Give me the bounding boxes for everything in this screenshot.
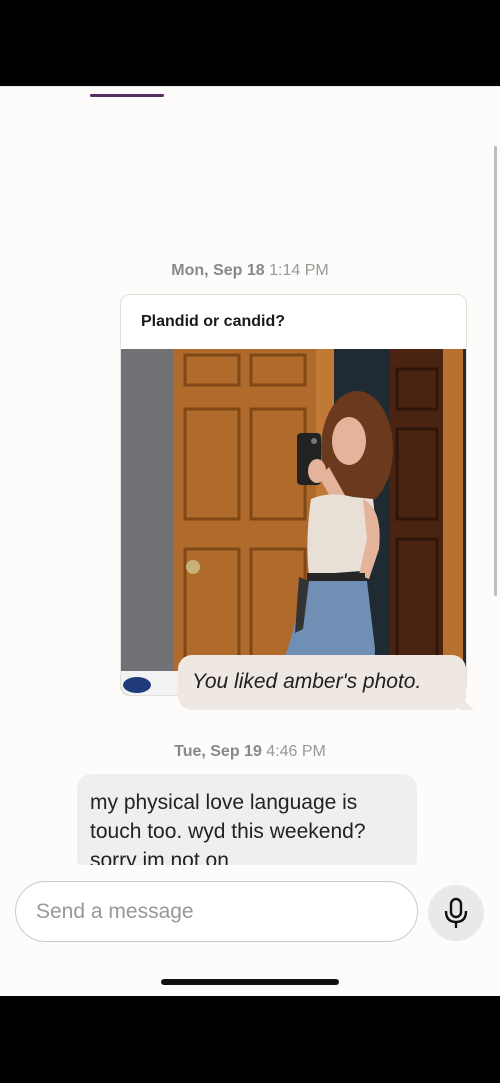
bottom-bezel: [0, 996, 500, 1083]
message-placeholder: Send a message: [36, 900, 194, 923]
prompt-text: Plandid or candid?: [141, 313, 286, 330]
message-text: my physical love language is touch too. …: [90, 791, 366, 872]
liked-photo-text: You liked amber's photo.: [192, 670, 422, 693]
received-message[interactable]: my physical love language is touch too. …: [77, 774, 417, 874]
mirror-selfie-photo: [121, 349, 466, 695]
timestamp-sep-19: Tue, Sep 19 4:46 PM: [0, 743, 500, 761]
timestamp-time: 1:14 PM: [269, 262, 329, 279]
timestamp-time: 4:46 PM: [266, 743, 326, 760]
message-input[interactable]: Send a message: [15, 881, 418, 942]
microphone-icon: [444, 897, 468, 928]
message-composer: Send a message: [0, 865, 500, 996]
active-tab-indicator: [90, 94, 164, 97]
timestamp-day: Tue, Sep 19: [174, 743, 262, 760]
timestamp-sep-18: Mon, Sep 18 1:14 PM: [0, 262, 500, 280]
chat-screen: Mon, Sep 18 1:14 PM Plandid or candid? Y…: [0, 86, 500, 996]
voice-message-button[interactable]: [428, 885, 484, 941]
liked-photo-notice: You liked amber's photo.: [178, 655, 466, 710]
liked-photo-card[interactable]: Plandid or candid?: [120, 294, 467, 696]
timestamp-day: Mon, Sep 18: [171, 262, 265, 279]
scrollbar[interactable]: [494, 146, 497, 596]
header-divider: [0, 86, 500, 87]
status-bar: [0, 0, 500, 86]
home-indicator[interactable]: [161, 979, 339, 985]
profile-photo[interactable]: [121, 349, 466, 695]
